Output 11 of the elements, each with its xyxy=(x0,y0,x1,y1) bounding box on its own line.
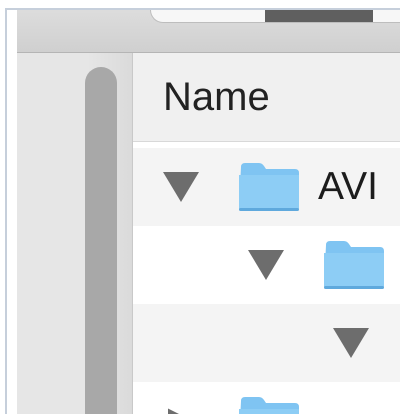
expanded-triangle-icon[interactable] xyxy=(248,250,284,280)
folder-icon xyxy=(324,241,384,289)
expanded-triangle-icon[interactable] xyxy=(163,172,199,202)
folder-name: AVI xyxy=(318,165,378,209)
toolbar-control[interactable] xyxy=(150,10,400,23)
expanded-triangle-icon[interactable] xyxy=(333,328,369,358)
column-header[interactable]: Name xyxy=(133,53,400,142)
scrollbar-thumb[interactable] xyxy=(85,67,117,414)
file-row[interactable]: AVI xyxy=(133,148,400,226)
folder-icon xyxy=(239,163,299,211)
file-row[interactable] xyxy=(133,304,400,382)
